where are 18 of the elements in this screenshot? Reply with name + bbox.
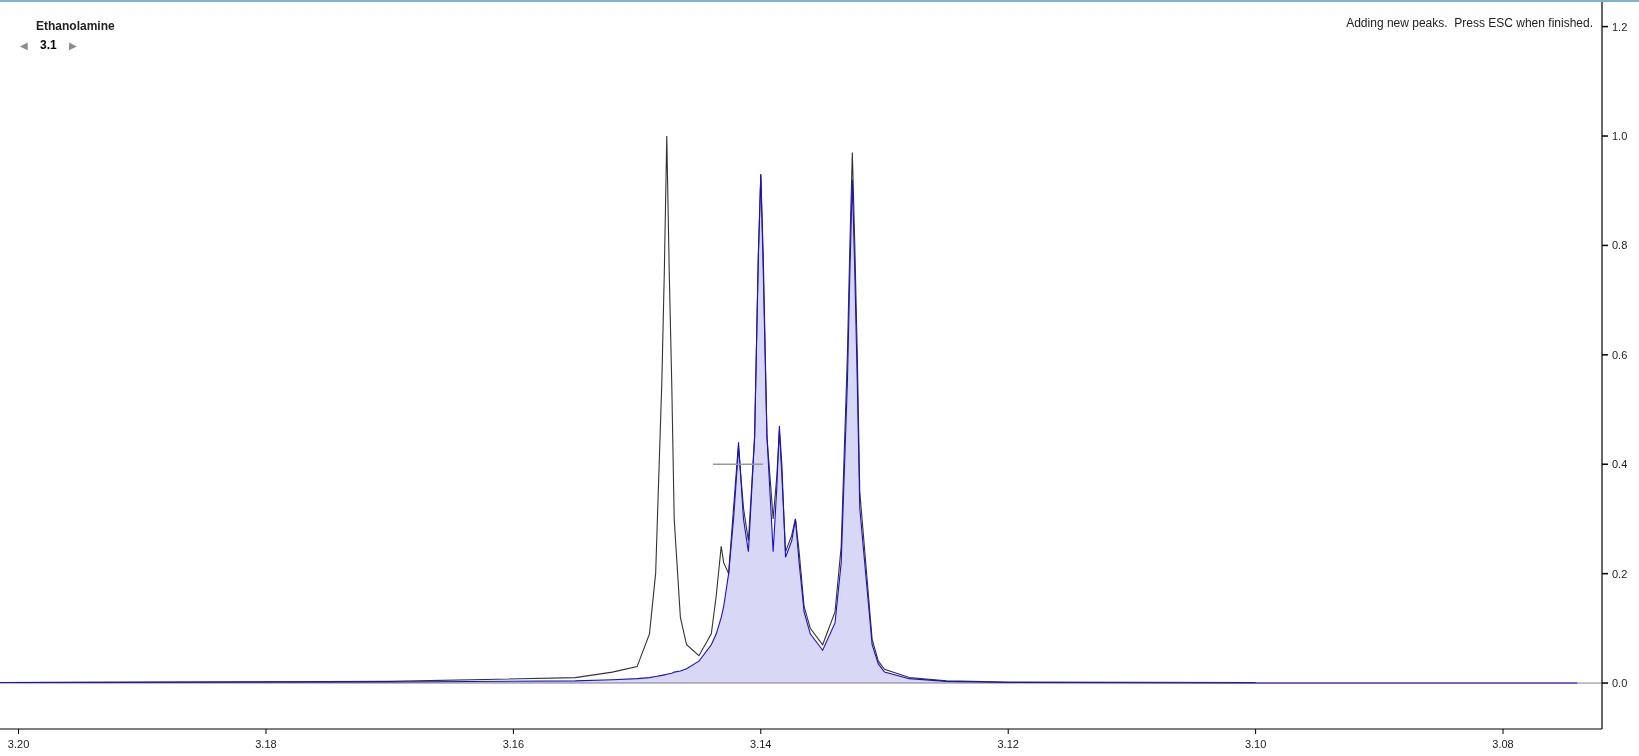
y-tick-label: 0.2 bbox=[1612, 567, 1628, 580]
peak-marker bbox=[712, 463, 764, 465]
x-tick-label: 3.14 bbox=[750, 738, 772, 750]
x-tick-label: 3.16 bbox=[502, 738, 525, 750]
x-tick-label: 3.18 bbox=[255, 738, 277, 750]
y-tick-label: 1.2 bbox=[1612, 20, 1628, 33]
y-tick-label: 1.0 bbox=[1612, 130, 1628, 142]
x-tick-label: 3.12 bbox=[997, 738, 1019, 750]
status-message: Adding new peaks. Press ESC when finished. bbox=[1346, 15, 1593, 32]
x-tick-label: 3.10 bbox=[1244, 738, 1267, 750]
y-tick-label: 0.0 bbox=[1612, 677, 1628, 690]
shift-value: 3.1 bbox=[40, 37, 57, 54]
y-tick-label: 0.4 bbox=[1612, 458, 1628, 471]
x-tick-label: 3.08 bbox=[1492, 738, 1514, 750]
y-tick-label: 0.6 bbox=[1612, 348, 1628, 361]
x-tick-label: 3.20 bbox=[7, 738, 30, 750]
y-tick-label: 0.8 bbox=[1612, 239, 1628, 252]
compound-name: Ethanolamine bbox=[36, 18, 115, 35]
